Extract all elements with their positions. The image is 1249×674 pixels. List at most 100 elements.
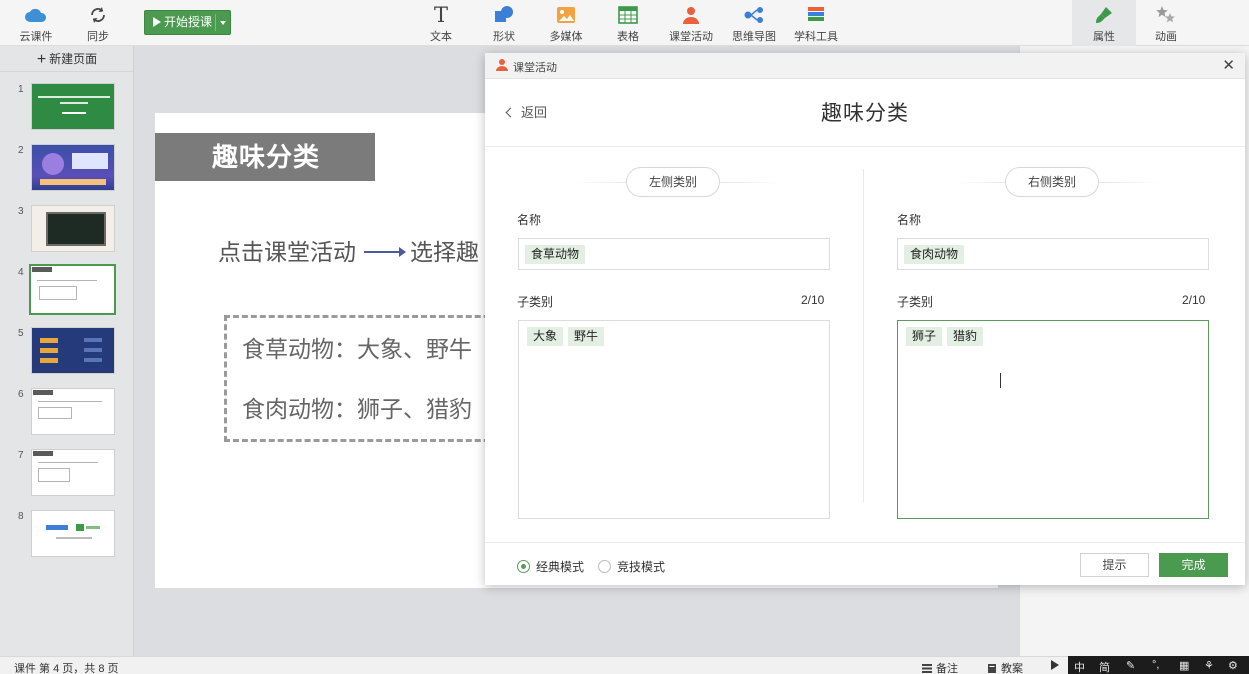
right-category-pill: 右侧类别 xyxy=(1005,167,1100,197)
thumb-number: 6 xyxy=(18,389,24,400)
tools-icon[interactable]: ⚘ xyxy=(1204,659,1214,672)
cloud-courseware-button[interactable]: 云课件 xyxy=(8,4,64,44)
thumb-number: 8 xyxy=(18,511,24,522)
left-subcategory-input[interactable]: 大象 野牛 xyxy=(518,320,830,519)
dialog-titlebar: 课堂活动 ✕ xyxy=(485,53,1245,79)
play-icon xyxy=(153,17,161,27)
instruction-step-1: 点击课堂活动 xyxy=(218,239,356,265)
subject-tools-button[interactable]: 学科工具 xyxy=(788,4,844,44)
person-icon xyxy=(496,59,508,71)
slide-instruction: 点击课堂活动 选择趣 xyxy=(218,233,479,267)
mindmap-tool-button[interactable]: 思维导图 xyxy=(726,4,782,44)
new-page-button[interactable]: + 新建页面 xyxy=(0,46,134,72)
classic-mode-radio[interactable]: 经典模式 xyxy=(517,558,584,575)
start-teaching-label: 开始授课 xyxy=(164,15,213,29)
right-name-tag: 食肉动物 xyxy=(904,245,965,264)
dialog-header: 返回 趣味分类 xyxy=(485,79,1245,147)
compete-mode-radio[interactable]: 竞技模式 xyxy=(598,558,665,575)
classroom-activity-dialog: 课堂活动 ✕ 返回 趣味分类 左侧类别 名称 食草动物 子类别 2/10 大象野… xyxy=(485,53,1245,585)
shape-tool-label: 形状 xyxy=(493,31,515,43)
table-tool-button[interactable]: 表格 xyxy=(600,4,656,44)
right-name-input[interactable]: 食肉动物 xyxy=(897,238,1209,270)
right-subcategory-input[interactable]: 狮子 猎豹 xyxy=(897,320,1209,519)
slide-thumbnail-selected[interactable] xyxy=(29,264,116,315)
left-sub-label: 子类别 xyxy=(517,295,554,309)
slide-thumbnail[interactable] xyxy=(31,83,115,130)
gear-icon[interactable]: ⚙ xyxy=(1228,659,1238,672)
subcategory-tag[interactable]: 大象 xyxy=(527,327,564,346)
slide-row-carnivore: 食肉动物：狮子、猎豹 xyxy=(242,396,472,422)
left-name-label: 名称 xyxy=(517,213,542,227)
system-tray: 中 简 ✎ °, ▦ ⚘ ⚙ xyxy=(1068,656,1249,674)
properties-tab[interactable]: 属性 xyxy=(1076,4,1132,44)
play-icon xyxy=(1051,660,1059,670)
split-separator xyxy=(215,14,216,31)
animation-tab[interactable]: 动画 xyxy=(1138,4,1194,44)
text-tool-button[interactable]: T 文本 xyxy=(413,4,469,44)
left-sub-count: 2/10 xyxy=(801,293,825,307)
slide-row-herbivore: 食草动物：大象、野牛 xyxy=(242,336,472,362)
hint-button[interactable]: 提示 xyxy=(1080,553,1149,577)
thumb-number: 2 xyxy=(18,145,24,156)
thumb-number: 7 xyxy=(18,450,24,461)
close-icon[interactable]: ✕ xyxy=(1222,56,1235,74)
cloud-icon xyxy=(25,8,47,23)
lesson-plan-button[interactable]: 教案 xyxy=(987,660,1023,674)
slide-thumbnail[interactable] xyxy=(31,144,115,191)
right-sub-count: 2/10 xyxy=(1182,293,1206,307)
table-tool-label: 表格 xyxy=(617,31,639,43)
classroom-activity-label: 课堂活动 xyxy=(669,31,713,43)
simplified-indicator[interactable]: 简 xyxy=(1099,659,1110,674)
instruction-step-2: 选择趣 xyxy=(410,239,479,265)
pen-icon[interactable]: ✎ xyxy=(1126,659,1135,672)
compete-mode-label: 竞技模式 xyxy=(617,560,666,574)
media-tool-button[interactable]: 多媒体 xyxy=(538,4,594,44)
table-icon xyxy=(618,6,638,24)
right-name-label: 名称 xyxy=(897,213,922,227)
subcategory-tag[interactable]: 狮子 xyxy=(906,327,943,346)
keyboard-icon[interactable]: ▦ xyxy=(1179,659,1189,672)
notes-icon xyxy=(922,664,932,673)
person-icon xyxy=(683,7,699,25)
lesson-plan-label: 教案 xyxy=(1001,663,1023,674)
ime-indicator[interactable]: 中 xyxy=(1074,659,1085,674)
books-icon xyxy=(808,7,824,22)
done-button[interactable]: 完成 xyxy=(1159,553,1228,577)
stars-icon xyxy=(1156,6,1175,23)
mindmap-tool-label: 思维导图 xyxy=(732,31,776,43)
subject-tools-label: 学科工具 xyxy=(794,31,838,43)
column-divider xyxy=(863,169,864,502)
left-name-tag: 食草动物 xyxy=(525,245,586,264)
slide-thumbnail[interactable] xyxy=(31,510,115,557)
plus-icon: + xyxy=(36,51,47,68)
slide-thumbnail[interactable] xyxy=(31,449,115,496)
slide-thumbnail[interactable] xyxy=(31,205,115,252)
punctuation-icon[interactable]: °, xyxy=(1152,659,1159,671)
classroom-activity-button[interactable]: 课堂活动 xyxy=(663,4,719,44)
slide-thumbnail[interactable] xyxy=(31,388,115,435)
play-slide-button[interactable] xyxy=(1051,660,1059,672)
thumb-number: 4 xyxy=(18,267,24,278)
start-teaching-button[interactable]: 开始授课 xyxy=(144,10,231,35)
thumb-number: 3 xyxy=(18,206,24,217)
sync-button[interactable]: 同步 xyxy=(70,4,126,44)
notes-button[interactable]: 备注 xyxy=(922,660,958,674)
dropdown-caret-icon[interactable] xyxy=(220,21,226,25)
slide-thumbnail-panel: + 新建页面 1 2 3 4 5 6 7 8 xyxy=(0,46,134,656)
brush-icon xyxy=(1096,7,1112,24)
radio-unchecked-icon xyxy=(598,560,611,573)
text-icon: T xyxy=(433,3,448,27)
logo-graphic xyxy=(46,525,68,530)
dialog-footer: 经典模式 竞技模式 提示 完成 xyxy=(485,542,1245,585)
cloud-label: 云课件 xyxy=(19,31,53,43)
dialog-heading: 趣味分类 xyxy=(821,102,909,125)
shape-tool-button[interactable]: 形状 xyxy=(476,4,532,44)
subcategory-tag[interactable]: 猎豹 xyxy=(947,327,984,346)
subcategory-tag[interactable]: 野牛 xyxy=(568,327,605,346)
slide-title: 趣味分类 xyxy=(155,133,375,181)
left-name-input[interactable]: 食草动物 xyxy=(518,238,830,270)
animation-label: 动画 xyxy=(1155,31,1177,43)
slide-thumbnail[interactable] xyxy=(31,327,115,374)
classic-mode-label: 经典模式 xyxy=(536,560,585,574)
left-category-pill: 左侧类别 xyxy=(626,167,721,197)
